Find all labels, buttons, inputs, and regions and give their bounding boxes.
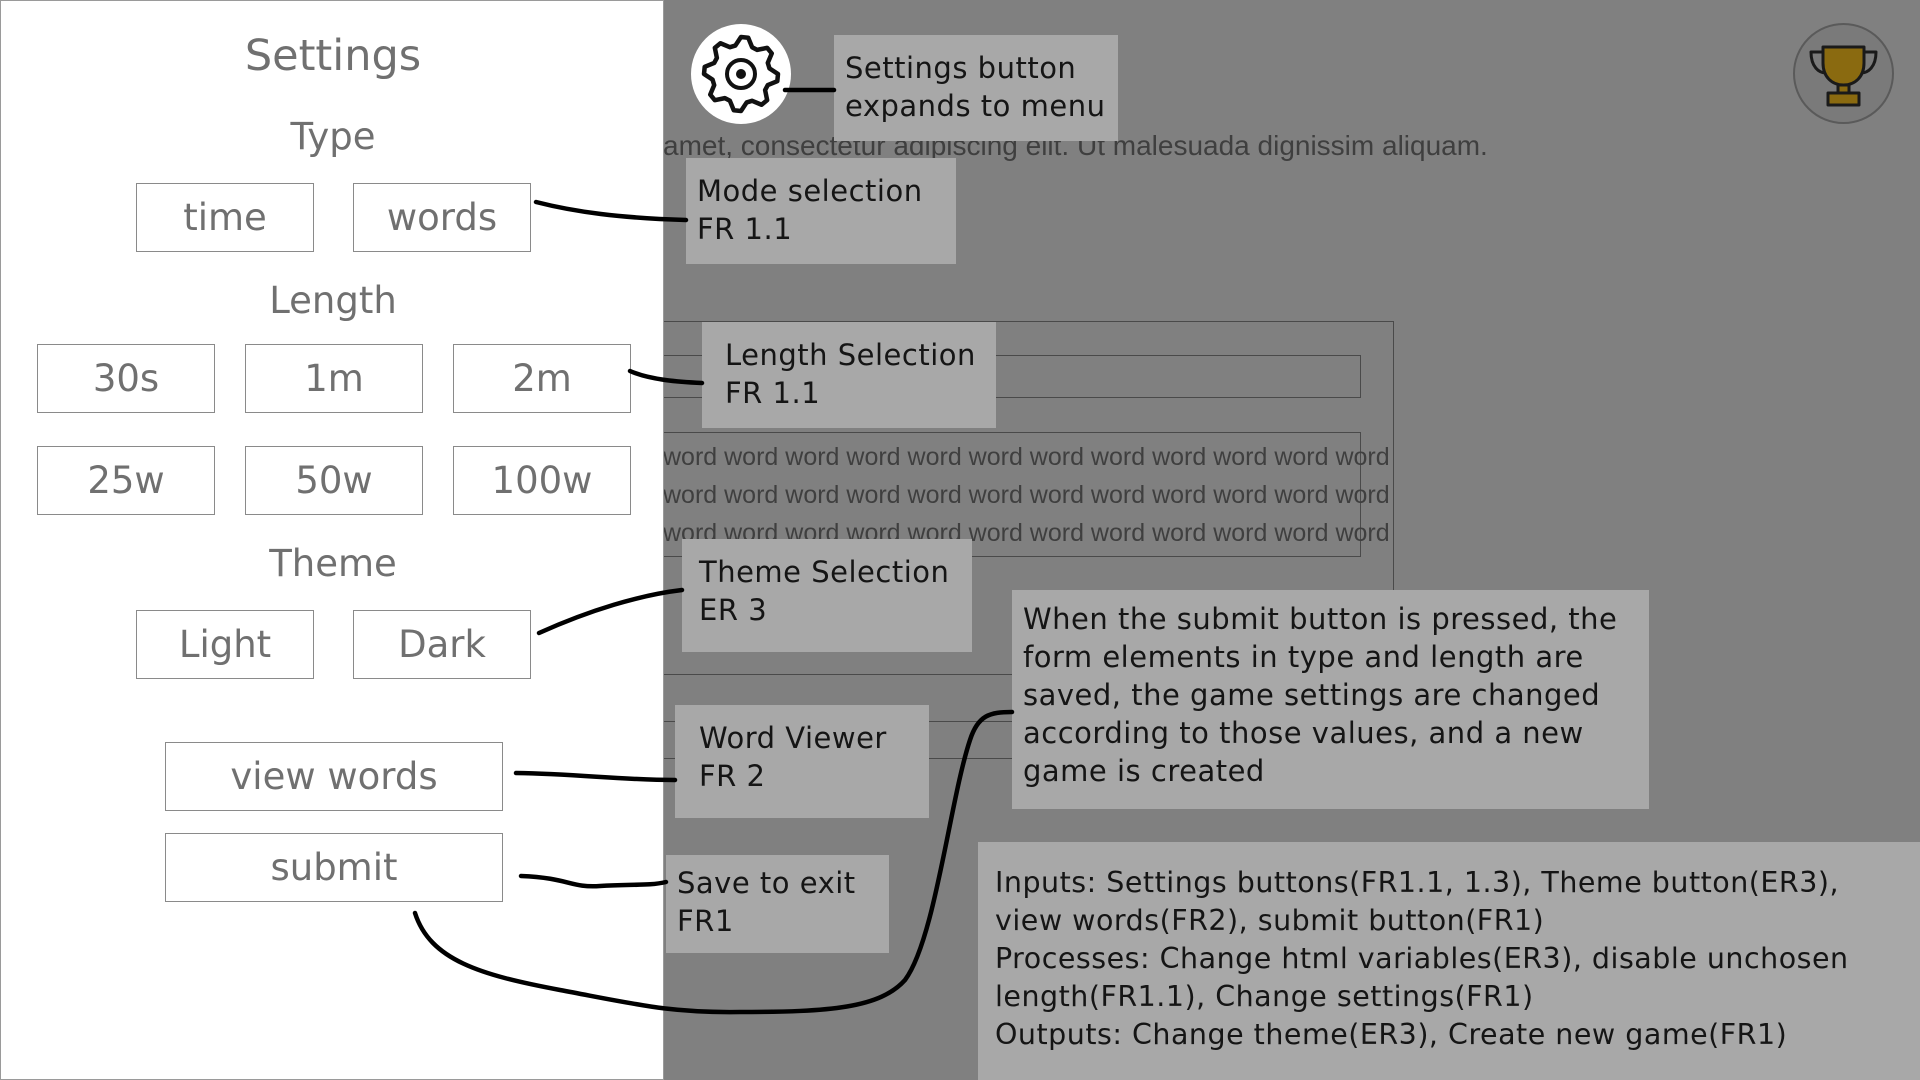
connector-save-to-exit	[518, 873, 669, 889]
connector-theme-selection	[536, 587, 685, 636]
connector-length-selection	[627, 368, 705, 386]
connector-word-viewer	[513, 770, 678, 783]
connector-lines	[412, 87, 1015, 1015]
connector-mode-selection	[533, 199, 689, 223]
connector-submit-flow	[412, 709, 1015, 1015]
